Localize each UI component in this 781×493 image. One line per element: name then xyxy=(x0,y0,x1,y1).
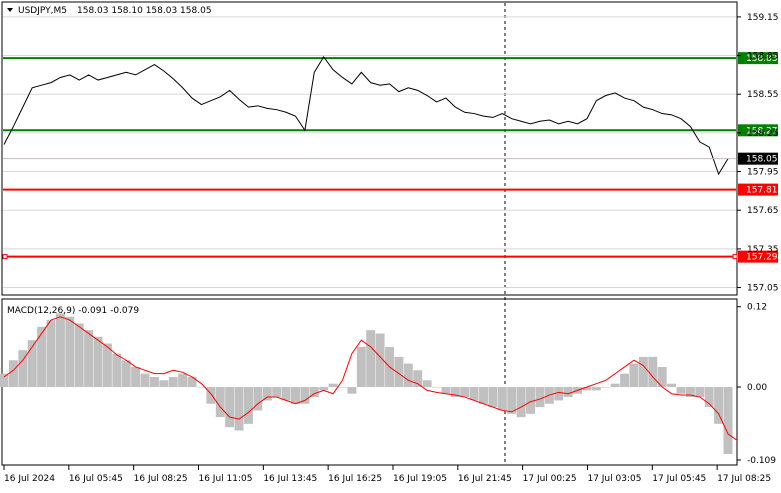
macd-histogram-bar xyxy=(159,380,169,388)
x-tick-label: 17 Jul 03:05 xyxy=(587,474,641,484)
macd-histogram-bar xyxy=(667,383,677,388)
macd-histogram-bar xyxy=(206,387,216,404)
x-tick-label: 16 Jul 05:45 xyxy=(69,474,123,484)
macd-histogram-bar xyxy=(648,356,658,388)
macd-histogram-bar xyxy=(84,330,94,388)
macd-histogram-bar xyxy=(347,387,357,394)
macd-histogram-bar xyxy=(714,387,724,424)
x-tick-label: 16 Jul 08:25 xyxy=(134,474,188,484)
macd-histogram-bar xyxy=(272,387,282,398)
price-panel-frame xyxy=(1,1,738,296)
x-tick-label: 16 Jul 11:05 xyxy=(198,474,252,484)
macd-histogram-bar xyxy=(244,387,253,424)
current-price-label: 158.05 xyxy=(746,155,778,165)
macd-histogram-bar xyxy=(8,360,18,388)
x-tick-label: 17 Jul 00:25 xyxy=(523,474,577,484)
macd-histogram-bar xyxy=(460,387,470,398)
macd-histogram-bar xyxy=(610,383,620,388)
macd-histogram-bar xyxy=(591,387,601,391)
y-tick-label: 158.55 xyxy=(747,90,779,100)
y-tick-label: 157.05 xyxy=(747,284,779,294)
price-line xyxy=(3,55,729,176)
macd-histogram-bar xyxy=(55,313,65,388)
chart-canvas: 158.83158.27157.81157.29 158.05 159.1515… xyxy=(0,1,779,484)
macd-histogram-bar xyxy=(356,346,366,388)
macd-histogram-bar xyxy=(178,373,188,388)
x-tick-label: 17 Jul 05:45 xyxy=(652,474,706,484)
macd-histogram-bar xyxy=(131,366,141,388)
macd-histogram-bar xyxy=(112,353,122,388)
trading-chart: 158.83 158.27 157.81 157.29 158.05 159.15 15… xyxy=(0,0,781,489)
macd-histogram-bar xyxy=(620,373,630,388)
x-tick-label: 17 Jul 08:25 xyxy=(717,474,771,484)
symbol-label: USDJPY,M5 xyxy=(18,6,67,16)
x-tick-label: 16 Jul 21:45 xyxy=(458,474,512,484)
macd-histogram-bar xyxy=(46,320,56,388)
macd-histogram-bar xyxy=(601,387,611,388)
macd-histogram-bar xyxy=(403,363,413,388)
macd-histogram-bar xyxy=(629,363,639,388)
macd-histogram-bar xyxy=(225,387,235,428)
macd-histogram-bar xyxy=(234,387,244,431)
macd-histogram-bar xyxy=(149,376,159,388)
x-tick-label: 16 Jul 16:25 xyxy=(328,474,382,484)
y-tick-label: 158.25 xyxy=(747,129,779,139)
macd-histogram-bar xyxy=(469,387,479,401)
macd-histogram-bar xyxy=(413,370,423,388)
x-tick-label: 16 Jul 19:05 xyxy=(393,474,447,484)
macd-histogram-bar xyxy=(479,387,488,404)
macd-histogram-bar xyxy=(723,387,733,454)
macd-histogram-bar xyxy=(121,360,131,388)
macd-histogram-bar xyxy=(366,330,376,388)
macd-histogram-bar xyxy=(535,387,545,408)
macd-histogram-bar xyxy=(432,387,441,388)
y-tick-label: 158.85 xyxy=(747,52,779,62)
macd-histogram-bar xyxy=(488,387,498,408)
macd-histogram-bar xyxy=(291,387,300,404)
y-tick-label: 157.95 xyxy=(747,168,779,178)
x-tick-label: 16 Jul 13:45 xyxy=(263,474,317,484)
macd-histogram-bar xyxy=(441,387,451,394)
chevron-down-icon[interactable] xyxy=(7,8,13,12)
macd-histogram-bar xyxy=(262,387,272,401)
macd-y-tick-label: -0.109 xyxy=(747,456,776,466)
macd-y-tick-label: 0.00 xyxy=(747,383,767,393)
macd-histogram-bar xyxy=(338,387,347,388)
y-tick-label: 157.65 xyxy=(747,206,779,216)
macd-histogram-bar xyxy=(563,387,573,398)
macd-histogram-bar xyxy=(140,373,150,388)
macd-histogram-bar xyxy=(74,323,84,388)
macd-histogram-bar xyxy=(37,326,47,388)
x-tick-label: 16 Jul 2024 xyxy=(4,474,55,484)
macd-histogram-bar xyxy=(497,387,507,411)
level-price-label: 157.81 xyxy=(746,186,778,196)
macd-histogram-bar xyxy=(0,373,9,388)
macd-histogram-bar xyxy=(676,387,686,394)
macd-histogram-bar xyxy=(328,383,338,388)
level-handle[interactable] xyxy=(732,254,738,260)
macd-histogram-bar xyxy=(65,316,75,388)
macd-histogram-bar xyxy=(516,387,526,418)
macd-histogram-bar xyxy=(695,387,705,398)
y-tick-label: 159.15 xyxy=(747,13,779,23)
y-tick-label: 157.35 xyxy=(747,245,779,255)
macd-histogram-bar xyxy=(168,376,178,388)
macd-y-tick-label: 0.12 xyxy=(747,303,767,313)
ohlc-readout: 158.03 158.10 158.03 158.05 xyxy=(77,6,212,16)
level-handle[interactable] xyxy=(2,254,8,260)
macd-histogram-bar xyxy=(187,376,197,388)
macd-histogram-bar xyxy=(638,356,648,388)
macd-histogram-bar xyxy=(93,336,103,388)
macd-histogram-bar xyxy=(422,380,432,388)
macd-histogram-bar xyxy=(281,387,291,401)
macd-label: MACD(12,26,9) -0.091 -0.079 xyxy=(7,306,139,316)
